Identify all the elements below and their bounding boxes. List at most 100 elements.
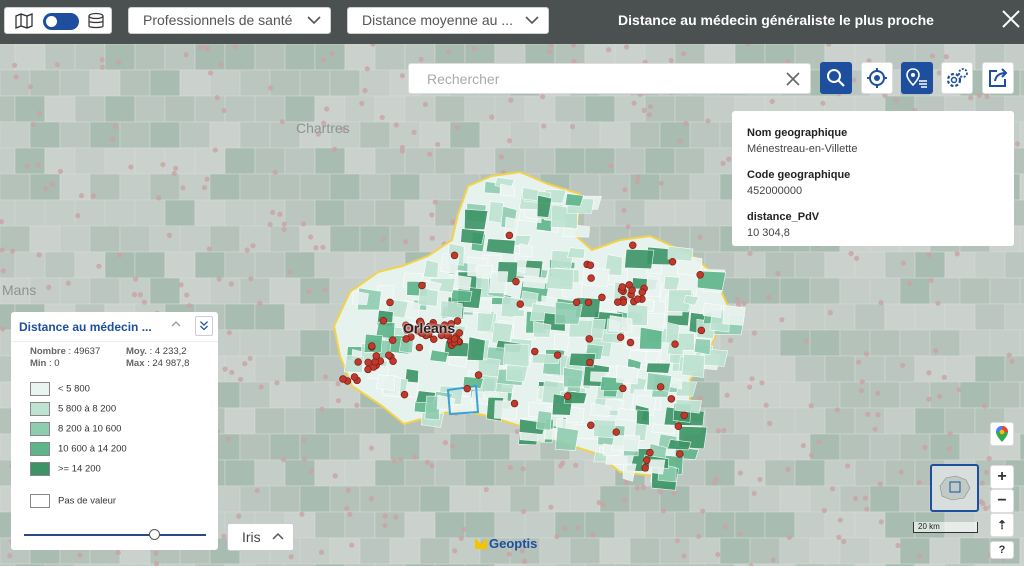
background-commune (824, 407, 856, 435)
background-point (956, 387, 962, 393)
collapse-legend-icon[interactable] (195, 316, 213, 336)
health-professional-point (656, 383, 665, 391)
background-point (895, 542, 901, 549)
legend-class-label: < 5 800 (58, 383, 90, 395)
database-icon[interactable] (87, 12, 105, 30)
background-point (808, 403, 814, 409)
scale-bar: 20 km (913, 522, 978, 533)
share-button[interactable] (982, 62, 1014, 94)
background-commune (14, 44, 46, 71)
background-commune (239, 381, 271, 409)
slider-thumb[interactable] (149, 529, 161, 540)
background-point (878, 300, 884, 306)
background-commune (419, 121, 451, 149)
background-commune (239, 277, 271, 305)
settings-button[interactable] (941, 62, 973, 94)
close-icon[interactable] (1000, 8, 1022, 30)
background-commune (74, 147, 106, 175)
background-point (540, 94, 546, 100)
help-button[interactable]: ? (990, 541, 1014, 559)
commune-cell (702, 302, 723, 319)
background-commune (224, 407, 256, 435)
background-commune (704, 511, 736, 539)
background-commune (869, 277, 901, 305)
background-commune (374, 95, 406, 123)
background-point (677, 138, 683, 144)
chevron-up-icon[interactable] (171, 320, 181, 328)
poi-list-icon (906, 68, 927, 88)
background-point (827, 310, 833, 316)
background-point (558, 463, 564, 469)
map-icon[interactable] (15, 13, 33, 29)
background-commune (899, 537, 931, 565)
theme-dropdown-value: Professionnels de santé (143, 12, 293, 28)
background-point (77, 552, 83, 558)
background-commune (599, 121, 631, 149)
commune-cell (545, 267, 575, 291)
google-maps-button[interactable] (990, 422, 1014, 446)
health-professional-point (463, 384, 471, 393)
commune-cell (693, 338, 711, 356)
search-button[interactable] (820, 62, 852, 94)
level-selector[interactable]: Iris (227, 523, 294, 551)
background-commune (254, 95, 286, 123)
background-point (212, 147, 218, 153)
layer-toggle[interactable] (43, 13, 79, 30)
background-point (36, 110, 43, 117)
overview-minimap[interactable] (930, 464, 979, 512)
zoom-in-button[interactable]: + (990, 465, 1014, 489)
opacity-slider[interactable] (24, 529, 206, 540)
background-commune (914, 407, 946, 435)
legend-swatch (30, 422, 50, 436)
background-commune (314, 199, 346, 227)
background-point (141, 299, 148, 305)
background-commune (749, 433, 781, 461)
background-point (402, 239, 409, 245)
background-point (57, 168, 64, 174)
background-commune (104, 199, 136, 227)
background-commune (239, 69, 271, 97)
background-point (715, 551, 721, 558)
geoptis-logo: Geoptis (475, 536, 537, 551)
background-point (186, 303, 192, 309)
background-commune (179, 69, 211, 97)
background-point (946, 446, 953, 452)
background-commune (314, 407, 346, 435)
background-point (7, 553, 13, 559)
indicator-dropdown[interactable]: Distance moyenne au ... (347, 7, 549, 34)
background-commune (314, 459, 346, 487)
commune-cell (636, 409, 650, 426)
background-commune (944, 303, 976, 331)
background-point (244, 247, 250, 253)
zoom-out-button[interactable]: − (990, 489, 1014, 513)
background-commune (179, 277, 211, 305)
poi-list-button[interactable] (901, 62, 933, 94)
background-point (922, 444, 928, 450)
background-commune (209, 173, 241, 201)
background-point (786, 534, 793, 541)
background-point (117, 252, 123, 258)
background-point (46, 284, 52, 290)
background-commune (644, 511, 676, 539)
clear-icon[interactable] (786, 72, 800, 86)
search-input[interactable] (409, 64, 749, 93)
theme-dropdown[interactable]: Professionnels de santé (128, 7, 331, 34)
legend-title[interactable]: Distance au médecin ... (19, 320, 152, 334)
background-point (299, 511, 305, 517)
background-commune (149, 173, 181, 201)
background-point (858, 387, 865, 394)
background-commune (104, 147, 136, 175)
background-point (803, 338, 810, 344)
background-commune (224, 199, 256, 227)
locate-button[interactable] (861, 62, 893, 94)
commune-cell (451, 289, 473, 302)
background-point (837, 517, 843, 523)
view-mode-switch[interactable] (4, 7, 112, 34)
background-point (680, 51, 687, 57)
background-point (335, 381, 341, 387)
search-bar[interactable] (408, 63, 811, 94)
background-commune (494, 147, 526, 175)
reset-north-button[interactable]: ⇡ (990, 513, 1014, 537)
background-point (160, 161, 166, 168)
background-point (232, 44, 238, 50)
